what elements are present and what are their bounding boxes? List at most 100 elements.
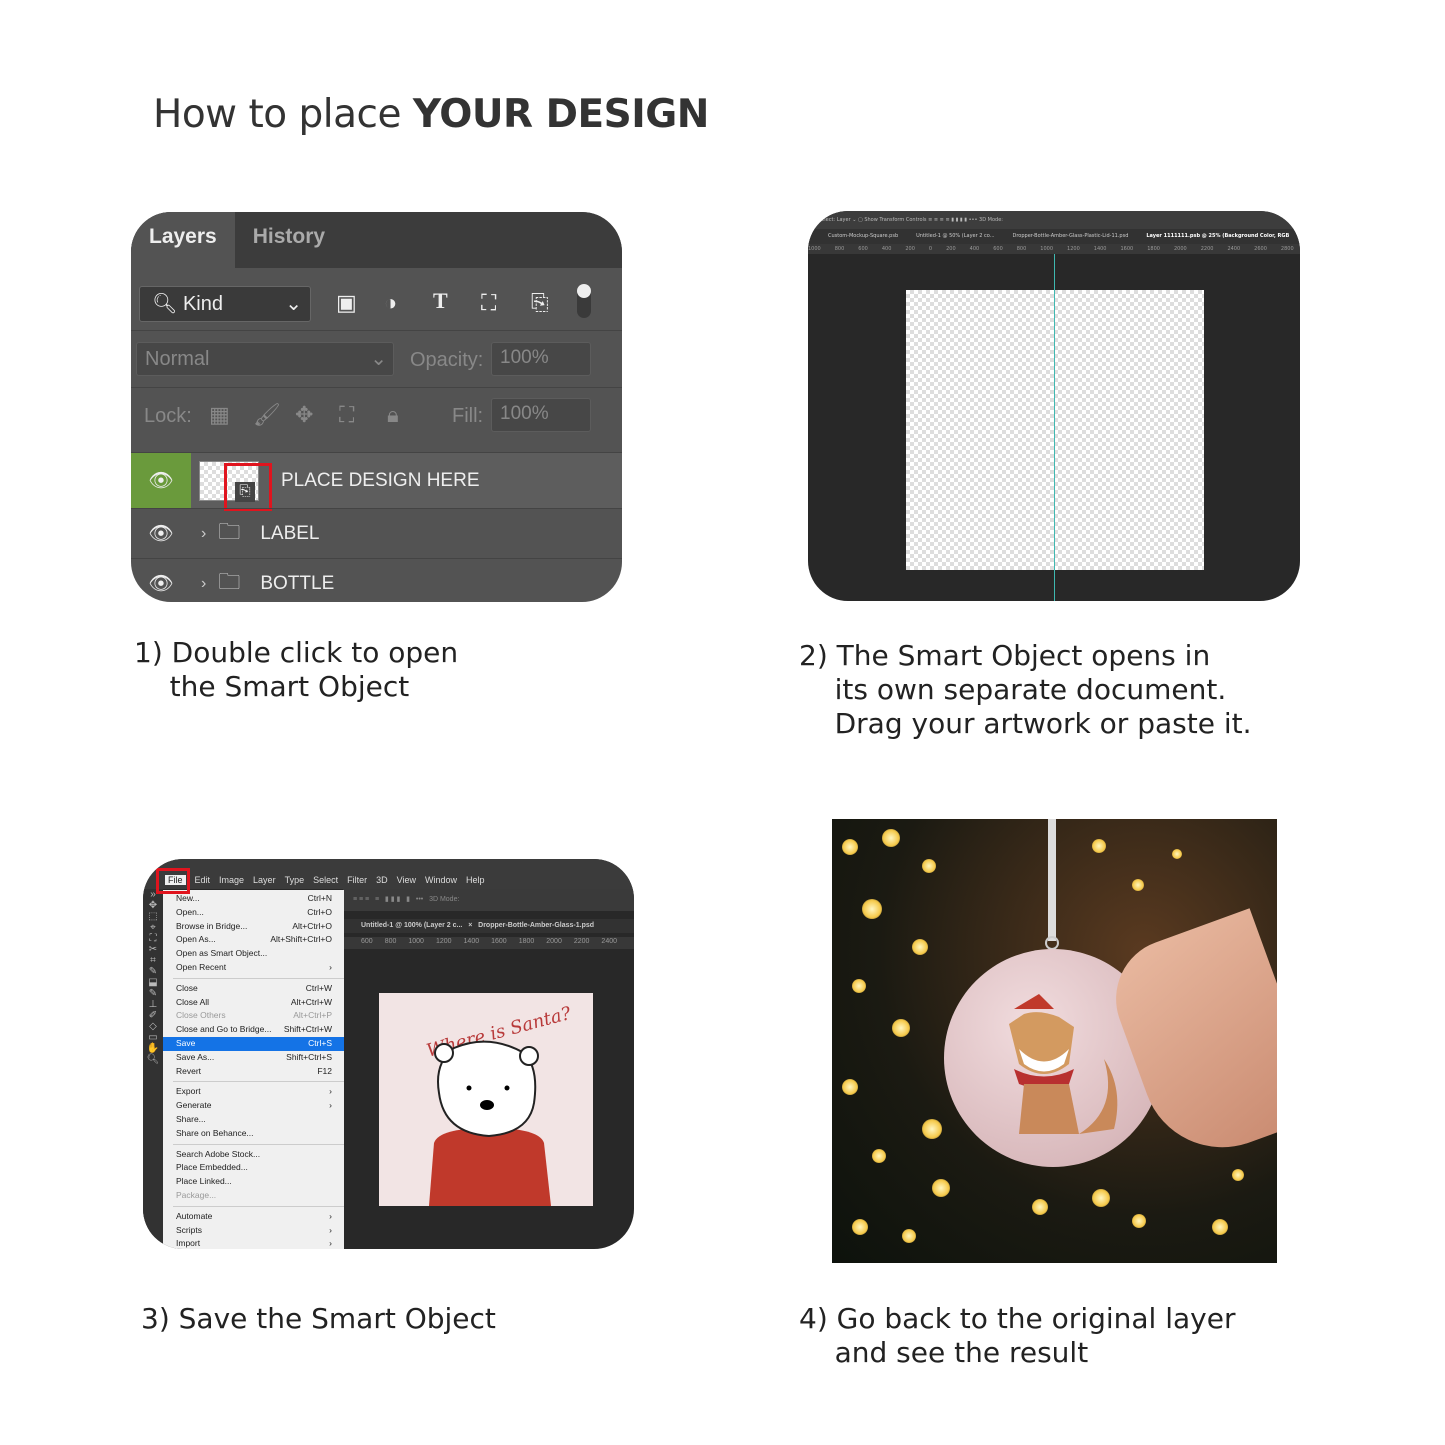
menu-help[interactable]: Help <box>466 875 485 885</box>
fill-field[interactable]: 100% <box>491 398 591 432</box>
lock-artboard-icon[interactable]: ⛶ <box>339 402 354 428</box>
ruler-tick-label: 1000 <box>408 938 424 945</box>
ruler-tick-label: 800 <box>834 246 845 252</box>
menu-item-shortcut: Shift+Ctrl+W <box>283 1024 332 1035</box>
layer-row-label[interactable]: 👁︎ › 🗀 LABEL <box>131 508 622 558</box>
document-tabs: Untitled-1 @ 100% (Layer 2 c... × Droppe… <box>343 919 634 933</box>
menu-item-close-all[interactable]: Close All Alt+Ctrl+W <box>163 996 344 1010</box>
menu-item-search-adobe-stock[interactable]: Search Adobe Stock... <box>163 1148 344 1162</box>
menu-window[interactable]: Window <box>425 875 457 885</box>
menu-item-share[interactable]: Share... <box>163 1113 344 1127</box>
visibility-eye-icon[interactable]: 👁︎ <box>131 453 191 508</box>
filter-kind-select[interactable]: 🔍︎ Kind ⌄ <box>139 286 311 322</box>
menu-item-browse-in-bridge[interactable]: Browse in Bridge... Alt+Ctrl+O <box>163 920 344 934</box>
ruler: 1000 800 600 400 200 0 200 400 600 800 1000 1200 140… <box>808 244 1300 254</box>
menu-separator <box>173 1081 344 1083</box>
ruler-tick-label: 1000 <box>1040 246 1054 252</box>
lock-position-icon[interactable]: ✥ <box>295 402 313 428</box>
menu-view[interactable]: View <box>397 875 416 885</box>
menu-item-place-linked[interactable]: Place Linked... <box>163 1175 344 1189</box>
menu-layer[interactable]: Layer <box>253 875 276 885</box>
menu-edit[interactable]: Edit <box>195 875 211 885</box>
fill-label: Fill: <box>452 405 484 427</box>
menu-3d[interactable]: 3D <box>376 875 388 885</box>
expand-chevron-icon[interactable]: › <box>201 575 206 593</box>
visibility-eye-icon[interactable]: 👁︎ <box>131 509 191 558</box>
menu-item-revert[interactable]: Revert F12 <box>163 1065 344 1079</box>
bokeh-light <box>1132 1214 1146 1228</box>
ruler-tick-label: 2200 <box>573 938 590 945</box>
tools-strip[interactable]: » ✥ ⬚ ⌖ ⛶ ✂ ⌗ ✎ ⬓ ✎ ⊥ ✐ ◇ ▭ ✋ 🔍︎ <box>143 889 163 1249</box>
menu-item-open-recent[interactable]: Open Recent › <box>163 961 344 975</box>
highlight-box <box>224 463 272 511</box>
menu-item-shortcut: › <box>329 961 332 972</box>
layer-row-place-design[interactable]: 👁︎ ⎘ PLACE DESIGN HERE <box>131 452 622 508</box>
menu-image[interactable]: Image <box>219 875 244 885</box>
menu-item-shortcut: › <box>329 1100 332 1111</box>
doc-tab[interactable]: Untitled-1 @ 50% (Layer 2 co... <box>916 229 994 244</box>
menu-item-shortcut: Alt+Ctrl+W <box>290 996 332 1007</box>
ruler-tick-label: 600 <box>993 246 1003 252</box>
filter-toggle[interactable] <box>577 284 591 318</box>
menu-item-import[interactable]: Import › <box>163 1237 344 1249</box>
lock-transparent-icon[interactable]: ▦ <box>209 402 230 428</box>
menu-item-save-as[interactable]: Save As... Shift+Ctrl+S <box>163 1051 344 1065</box>
menu-item-label: Close <box>176 982 198 993</box>
visibility-eye-icon[interactable]: 👁︎ <box>131 559 191 602</box>
menu-item-label: New... <box>176 893 200 903</box>
smart-object-filter-icon[interactable]: ⎘ <box>531 290 549 316</box>
ribbon <box>1048 819 1056 941</box>
bokeh-light <box>1232 1169 1244 1181</box>
menu-item-label: Share... <box>176 1113 206 1124</box>
menu-item-export[interactable]: Export › <box>163 1085 344 1099</box>
tab-layers[interactable]: Layers <box>131 212 235 268</box>
opacity-field[interactable]: 100% <box>491 342 591 376</box>
bokeh-light <box>902 1229 916 1243</box>
lock-paint-icon[interactable]: 🖌︎ <box>253 402 281 428</box>
expand-chevron-icon[interactable]: › <box>201 525 206 543</box>
image-filter-icon[interactable]: ▣ <box>336 290 357 316</box>
menu-item-package[interactable]: Package... <box>163 1189 344 1203</box>
menu-item-save[interactable]: Save Ctrl+S <box>163 1036 344 1051</box>
doc-tab[interactable]: Dropper-Bottle-Amber-Glass-Plastic-Lid-1… <box>1013 229 1129 244</box>
menu-item-new[interactable]: New... Ctrl+N <box>163 892 344 906</box>
layer-row-bottle[interactable]: 👁︎ › 🗀 BOTTLE <box>131 558 622 602</box>
menu-select[interactable]: Select <box>313 875 338 885</box>
doc-tab[interactable]: Dropper-Bottle-Amber-Glass-1.psd <box>478 922 594 929</box>
ruler-tick-label: 1200 <box>435 938 452 945</box>
menu-item-close-others[interactable]: Close Others Alt+Ctrl+P <box>163 1009 344 1023</box>
menu-item-generate[interactable]: Generate › <box>163 1099 344 1113</box>
doc-tab-active[interactable]: Layer 1111111.psb @ 25% (Background Colo… <box>1146 229 1289 244</box>
menu-item-open-as[interactable]: Open As... Alt+Shift+Ctrl+O <box>163 933 344 947</box>
menu-filter[interactable]: Filter <box>347 875 367 885</box>
tab-history[interactable]: History <box>235 212 343 268</box>
menu-item-scripts[interactable]: Scripts › <box>163 1224 344 1238</box>
adjustment-filter-icon[interactable]: ◑ <box>384 290 397 316</box>
guide-line <box>1054 254 1055 601</box>
lock-all-icon[interactable]: 🔒︎ <box>387 402 399 428</box>
menu-item-place-embedded[interactable]: Place Embedded... <box>163 1161 344 1175</box>
ruler-tick-label: 1600 <box>1120 246 1134 252</box>
menu-type[interactable]: Type <box>285 875 305 885</box>
bokeh-light <box>872 1149 886 1163</box>
menu-item-close[interactable]: Close Ctrl+W <box>163 982 344 996</box>
ruler-tick-label: 2000 <box>546 938 562 945</box>
menu-item-open-as-smart-object[interactable]: Open as Smart Object... <box>163 947 344 961</box>
shape-filter-icon[interactable]: ⛶ <box>481 290 496 316</box>
blend-mode-select[interactable]: Normal ⌄ <box>136 342 394 376</box>
smart-object-document-screenshot: Select: Layer ⌄ ▢ Show Transform Control… <box>808 211 1300 601</box>
opacity-label: Opacity: <box>410 349 484 371</box>
document-tabs: Custom-Mockup-Square.psb Untitled-1 @ 50… <box>808 229 1300 244</box>
type-filter-icon[interactable]: T <box>433 288 448 314</box>
bokeh-light <box>1212 1219 1228 1235</box>
doc-tab[interactable]: Custom-Mockup-Square.psb <box>828 229 898 244</box>
ornament-loop <box>1045 936 1059 950</box>
menu-item-share-on-behance[interactable]: Share on Behance... <box>163 1127 344 1141</box>
doc-tab[interactable]: Untitled-1 @ 100% (Layer 2 c... <box>361 922 462 929</box>
menu-item-open[interactable]: Open... Ctrl+O <box>163 906 344 920</box>
step-3-caption: 3) Save the Smart Object <box>141 1302 496 1335</box>
menu-item-label: Search Adobe Stock... <box>176 1148 261 1159</box>
bokeh-light <box>1092 839 1106 853</box>
menu-item-close-and-go-to-bridge[interactable]: Close and Go to Bridge... Shift+Ctrl+W <box>163 1023 344 1037</box>
menu-item-automate[interactable]: Automate › <box>163 1210 344 1224</box>
